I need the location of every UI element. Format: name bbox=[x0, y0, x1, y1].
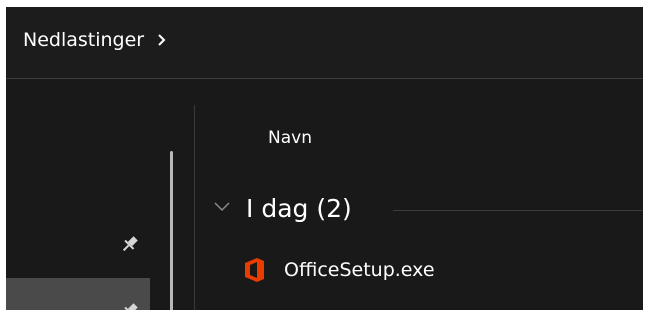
nav-item-selected[interactable] bbox=[6, 278, 150, 310]
breadcrumb-item-downloads[interactable]: Nedlastinger bbox=[23, 29, 144, 51]
group-label: I dag (2) bbox=[246, 194, 352, 223]
pin-icon[interactable] bbox=[119, 233, 141, 255]
group-divider bbox=[393, 210, 643, 211]
navigation-scrollbar[interactable] bbox=[150, 79, 192, 310]
file-explorer-window: Nedlastinger Navn I dag (2) OfficeSetup.… bbox=[6, 7, 643, 310]
group-header-today[interactable]: I dag (2) bbox=[213, 192, 643, 226]
list-item[interactable]: OfficeSetup.exe bbox=[242, 255, 643, 285]
file-list: Navn I dag (2) OfficeSetup.exe bbox=[196, 79, 643, 310]
scrollbar-thumb[interactable] bbox=[170, 151, 173, 310]
pin-icon[interactable] bbox=[119, 300, 141, 310]
chevron-right-icon[interactable] bbox=[157, 33, 167, 47]
column-header-name[interactable]: Navn bbox=[268, 128, 312, 148]
navigation-pane bbox=[6, 79, 150, 310]
office-icon bbox=[245, 258, 264, 282]
address-bar[interactable]: Nedlastinger bbox=[6, 7, 643, 79]
pane-divider[interactable] bbox=[194, 105, 195, 310]
chevron-down-icon[interactable] bbox=[213, 201, 231, 213]
file-name: OfficeSetup.exe bbox=[284, 259, 435, 281]
breadcrumb[interactable]: Nedlastinger bbox=[23, 29, 167, 51]
